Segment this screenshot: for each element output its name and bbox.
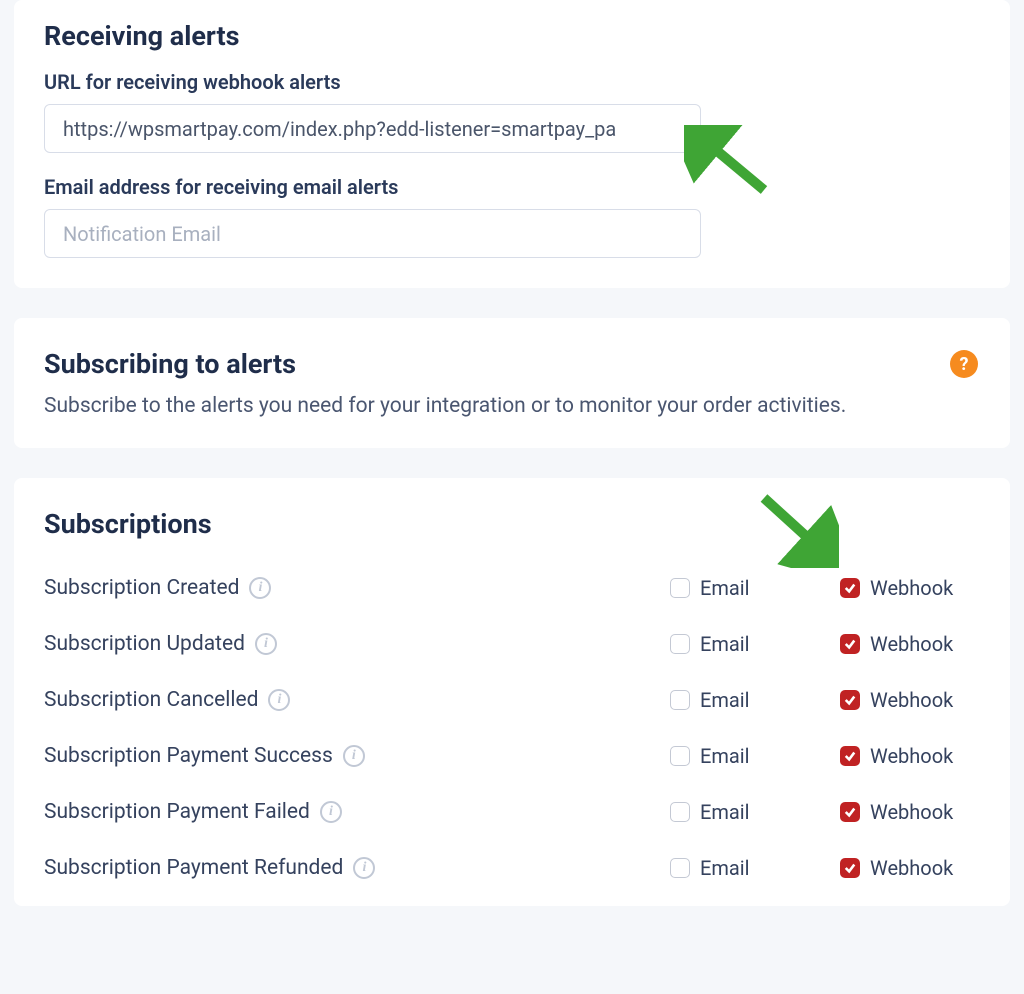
receiving-alerts-card: Receiving alerts URL for receiving webho… bbox=[14, 0, 1010, 288]
webhook-url-input[interactable] bbox=[44, 104, 701, 153]
webhook-check-group: Webhook bbox=[840, 856, 980, 880]
subscription-name-text: Subscription Payment Failed bbox=[44, 800, 310, 824]
email-check-group: Email bbox=[670, 688, 810, 712]
subscribing-alerts-heading: Subscribing to alerts bbox=[44, 348, 980, 380]
email-checkbox[interactable] bbox=[670, 746, 690, 766]
email-checkbox[interactable] bbox=[670, 578, 690, 598]
subscription-row: Subscription Payment Success i Email Webhoo… bbox=[44, 728, 980, 784]
webhook-checkbox-label: Webhook bbox=[870, 576, 953, 600]
subscribing-alerts-card: ? Subscribing to alerts Subscribe to the… bbox=[14, 318, 1010, 448]
email-check-group: Email bbox=[670, 744, 810, 768]
email-checkbox-label: Email bbox=[700, 800, 750, 824]
email-field-group: Email address for receiving email alerts bbox=[44, 175, 980, 258]
help-icon[interactable]: ? bbox=[950, 350, 978, 378]
webhook-checkbox[interactable] bbox=[840, 578, 860, 598]
webhook-checkbox-label: Webhook bbox=[870, 688, 953, 712]
subscription-name-text: Subscription Payment Success bbox=[44, 744, 333, 768]
subscription-name: Subscription Payment Refunded i bbox=[44, 856, 640, 880]
webhook-checkbox-label: Webhook bbox=[870, 800, 953, 824]
subscription-name: Subscription Updated i bbox=[44, 632, 640, 656]
subscription-name-text: Subscription Created bbox=[44, 576, 239, 600]
webhook-checkbox-label: Webhook bbox=[870, 744, 953, 768]
subscription-row: Subscription Updated i Email Webhook bbox=[44, 616, 980, 672]
email-checkbox-label: Email bbox=[700, 856, 750, 880]
webhook-checkbox-label: Webhook bbox=[870, 856, 953, 880]
email-alerts-label: Email address for receiving email alerts bbox=[44, 175, 980, 199]
info-icon[interactable]: i bbox=[353, 857, 375, 879]
webhook-checkbox[interactable] bbox=[840, 634, 860, 654]
email-check-group: Email bbox=[670, 632, 810, 656]
email-check-group: Email bbox=[670, 800, 810, 824]
info-icon[interactable]: i bbox=[249, 577, 271, 599]
email-checkbox[interactable] bbox=[670, 858, 690, 878]
webhook-check-group: Webhook bbox=[840, 576, 980, 600]
webhook-check-group: Webhook bbox=[840, 688, 980, 712]
subscription-name: Subscription Created i bbox=[44, 576, 640, 600]
subscription-row: Subscription Cancelled i Email Webhook bbox=[44, 672, 980, 728]
subscription-name: Subscription Cancelled i bbox=[44, 688, 640, 712]
webhook-check-group: Webhook bbox=[840, 800, 980, 824]
email-checkbox[interactable] bbox=[670, 690, 690, 710]
subscription-name: Subscription Payment Success i bbox=[44, 744, 640, 768]
subscription-name-text: Subscription Updated bbox=[44, 632, 245, 656]
webhook-checkbox[interactable] bbox=[840, 802, 860, 822]
webhook-checkbox-label: Webhook bbox=[870, 632, 953, 656]
email-checkbox-label: Email bbox=[700, 744, 750, 768]
subscription-name: Subscription Payment Failed i bbox=[44, 800, 640, 824]
email-alerts-input[interactable] bbox=[44, 209, 701, 258]
email-checkbox-label: Email bbox=[700, 688, 750, 712]
subscription-name-text: Subscription Cancelled bbox=[44, 688, 258, 712]
subscription-name-text: Subscription Payment Refunded bbox=[44, 856, 343, 880]
webhook-checkbox[interactable] bbox=[840, 858, 860, 878]
email-checkbox[interactable] bbox=[670, 802, 690, 822]
email-check-group: Email bbox=[670, 576, 810, 600]
email-check-group: Email bbox=[670, 856, 810, 880]
info-icon[interactable]: i bbox=[320, 801, 342, 823]
webhook-checkbox[interactable] bbox=[840, 746, 860, 766]
email-checkbox[interactable] bbox=[670, 634, 690, 654]
webhook-url-field-group: URL for receiving webhook alerts bbox=[44, 70, 980, 153]
info-icon[interactable]: i bbox=[268, 689, 290, 711]
webhook-check-group: Webhook bbox=[840, 632, 980, 656]
subscriptions-heading: Subscriptions bbox=[44, 508, 980, 540]
webhook-check-group: Webhook bbox=[840, 744, 980, 768]
subscribing-alerts-description: Subscribe to the alerts you need for you… bbox=[44, 394, 980, 418]
email-checkbox-label: Email bbox=[700, 576, 750, 600]
email-checkbox-label: Email bbox=[700, 632, 750, 656]
info-icon[interactable]: i bbox=[255, 633, 277, 655]
subscription-row: Subscription Payment Failed i Email Webhook bbox=[44, 784, 980, 840]
info-icon[interactable]: i bbox=[343, 745, 365, 767]
receiving-alerts-heading: Receiving alerts bbox=[44, 20, 980, 52]
subscription-row: Subscription Created i Email Webhook bbox=[44, 560, 980, 616]
webhook-url-label: URL for receiving webhook alerts bbox=[44, 70, 980, 94]
subscriptions-card: Subscriptions Subscription Created i Email… bbox=[14, 478, 1010, 906]
subscription-row: Subscription Payment Refunded i Email Webho… bbox=[44, 840, 980, 896]
webhook-checkbox[interactable] bbox=[840, 690, 860, 710]
